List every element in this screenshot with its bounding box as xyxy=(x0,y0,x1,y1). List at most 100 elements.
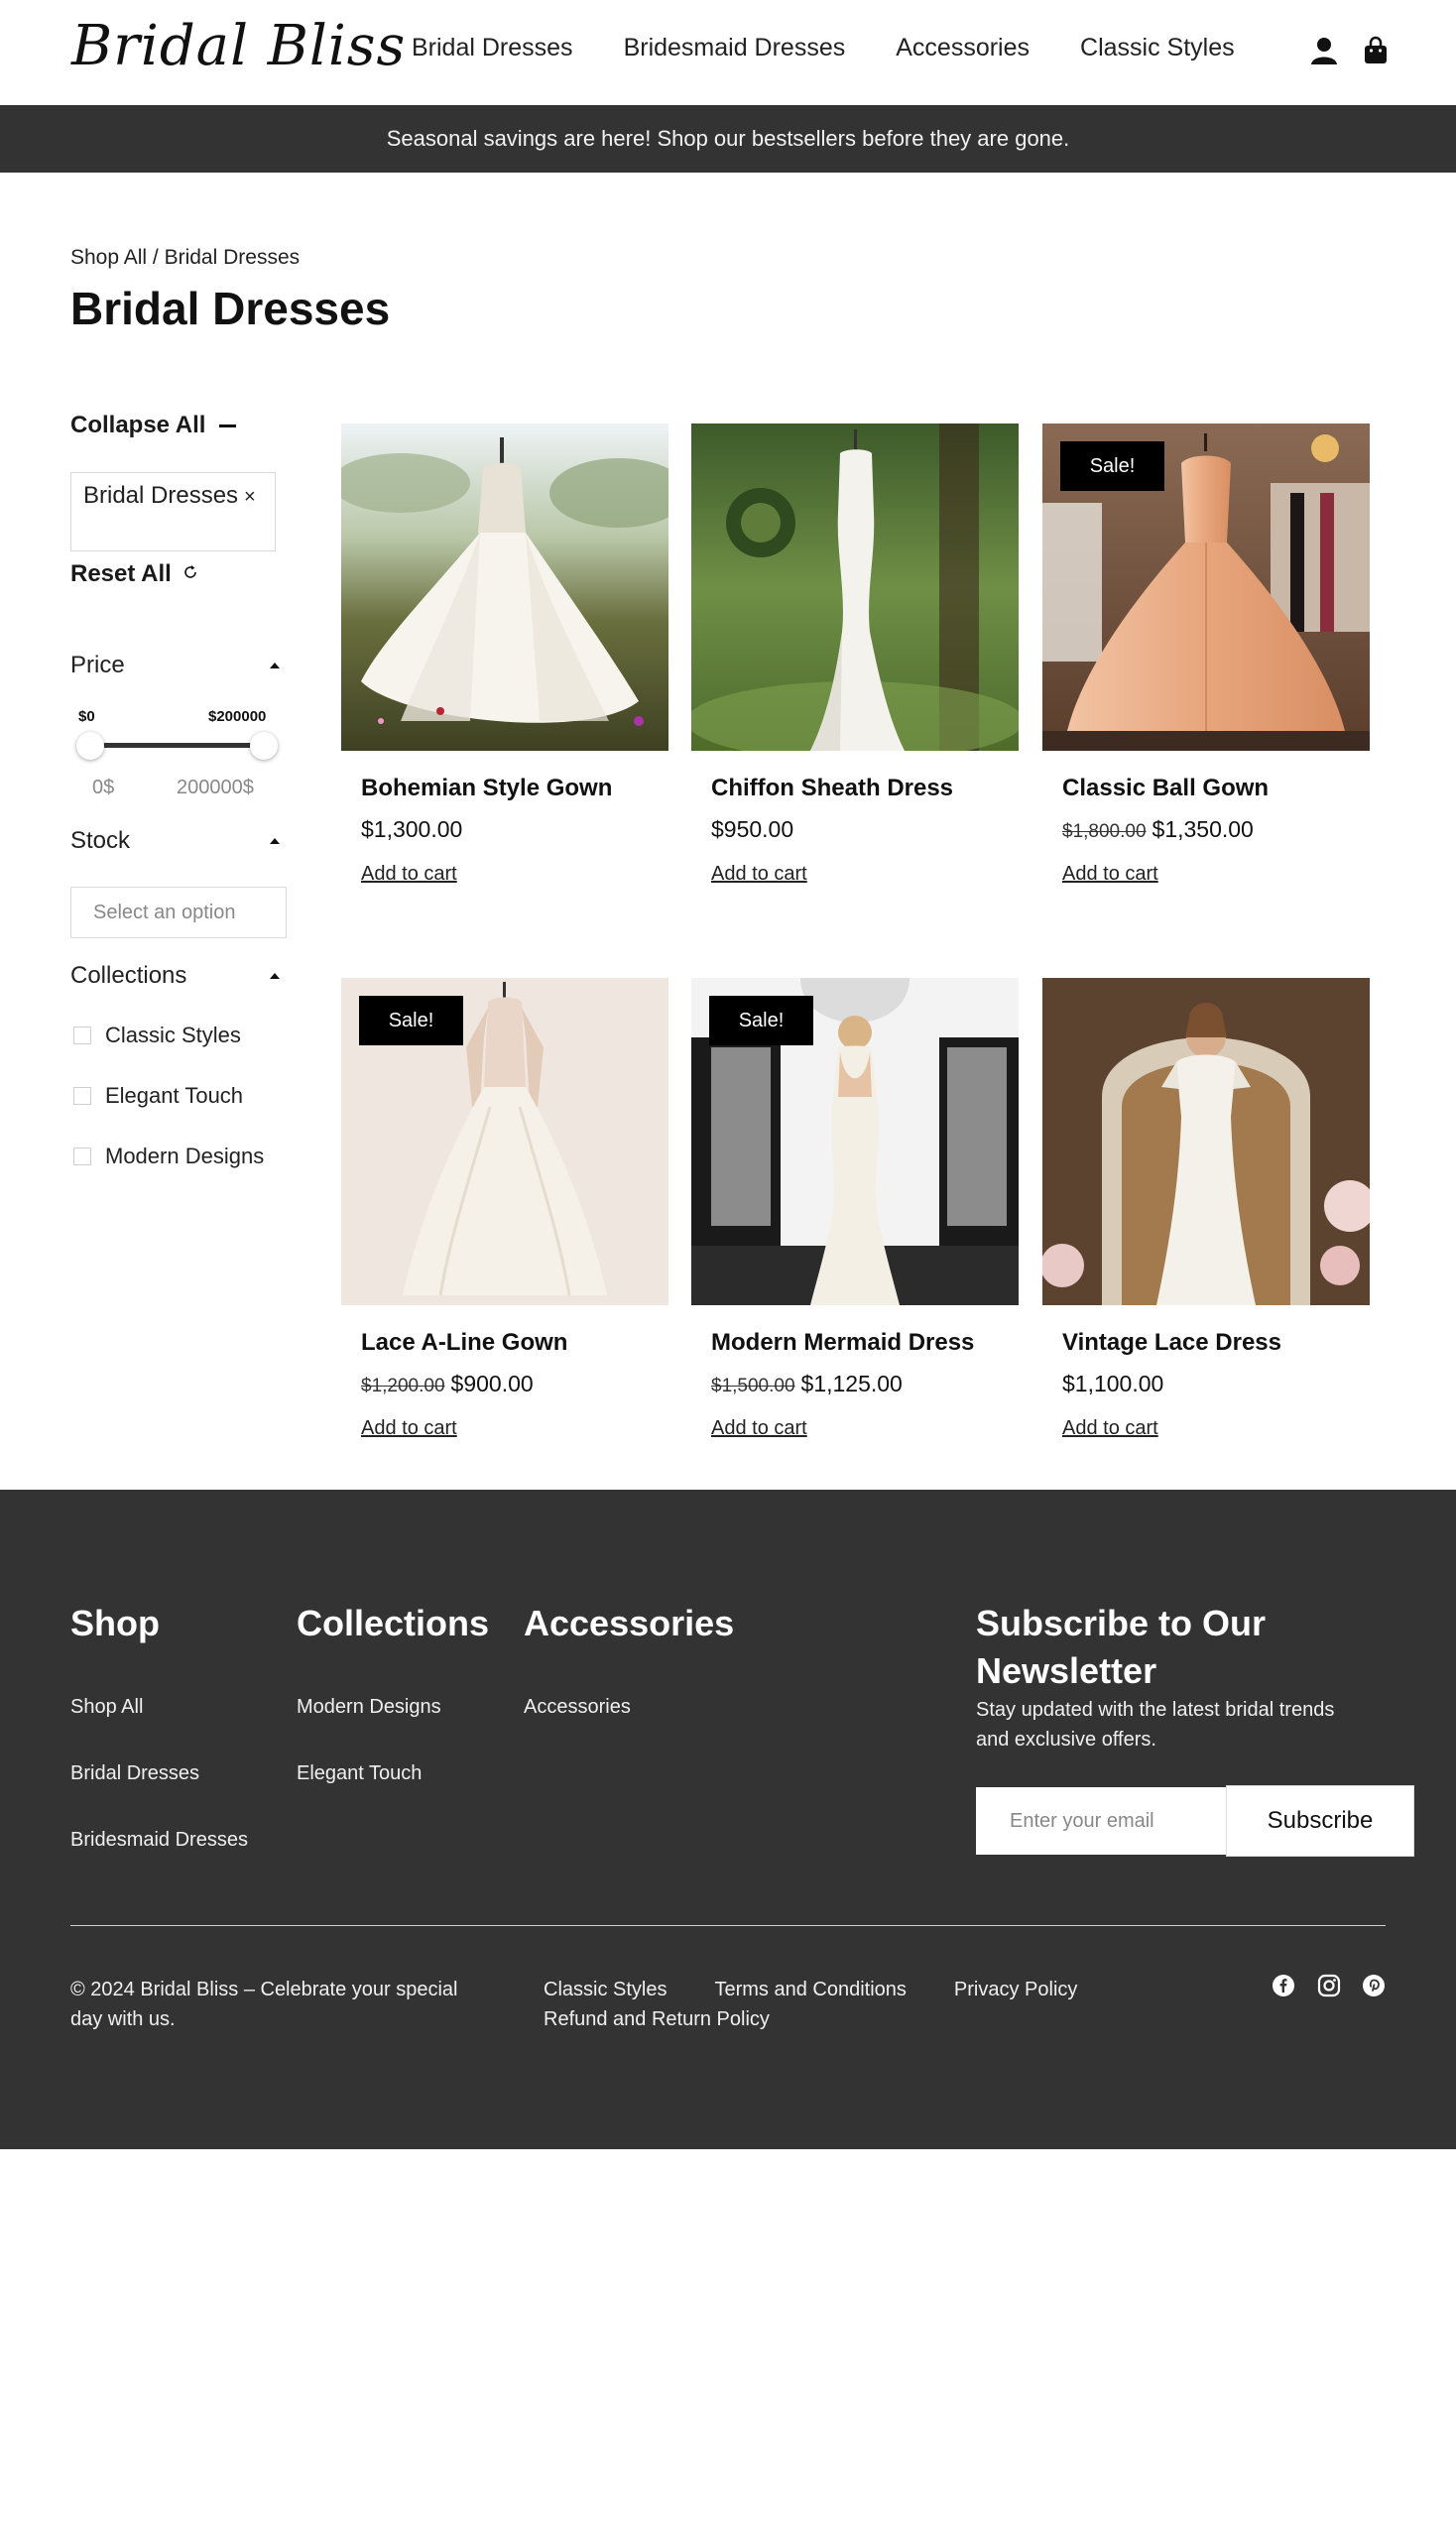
product-card: Bohemian Style Gown $1,300.00 Add to car… xyxy=(341,423,668,885)
breadcrumb-shop-all[interactable]: Shop All xyxy=(70,246,147,269)
product-name[interactable]: Bohemian Style Gown xyxy=(361,775,612,802)
product-current-price: $1,350.00 xyxy=(1152,816,1254,842)
product-card: Chiffon Sheath Dress $950.00 Add to cart xyxy=(691,423,1019,885)
product-name[interactable]: Modern Mermaid Dress xyxy=(711,1329,974,1357)
nav-classic-styles[interactable]: Classic Styles xyxy=(1080,34,1235,62)
promo-text: Seasonal savings are here! Shop our best… xyxy=(386,126,1070,151)
add-to-cart-button[interactable]: Add to cart xyxy=(1062,863,1158,886)
footer-link[interactable]: Bridal Dresses xyxy=(70,1762,199,1785)
price-min-value: 0$ xyxy=(92,777,115,798)
site-logo[interactable]: Bridal Bliss xyxy=(71,14,406,78)
product-old-price: $1,200.00 xyxy=(361,1376,445,1396)
facebook-icon[interactable] xyxy=(1272,1974,1295,1997)
product-price: $950.00 xyxy=(711,816,793,843)
stock-select[interactable]: Select an option xyxy=(70,887,287,938)
price-filter-toggle[interactable]: Price xyxy=(70,652,284,679)
newsletter-text: Stay updated with the latest bridal tren… xyxy=(976,1699,1335,1751)
add-to-cart-button[interactable]: Add to cart xyxy=(1062,1417,1158,1440)
sale-badge: Sale! xyxy=(359,996,463,1045)
reset-all-button[interactable]: Reset All xyxy=(70,560,199,588)
main-nav: Bridal Dresses Bridesmaid Dresses Access… xyxy=(412,34,1285,62)
add-to-cart-button[interactable]: Add to cart xyxy=(361,863,457,886)
collection-checkbox-classic-styles[interactable]: Classic Styles xyxy=(73,1023,241,1048)
pinterest-icon[interactable] xyxy=(1362,1974,1386,1997)
footer-link[interactable]: Accessories xyxy=(524,1696,631,1719)
header-icons xyxy=(1309,36,1391,65)
product-current-price: $950.00 xyxy=(711,816,794,842)
subscribe-button[interactable]: Subscribe xyxy=(1226,1785,1414,1857)
product-price: $1,200.00 $900.00 xyxy=(361,1371,534,1397)
product-name[interactable]: Vintage Lace Dress xyxy=(1062,1329,1281,1357)
chevron-up-icon xyxy=(270,838,280,844)
sale-badge: Sale! xyxy=(1060,441,1164,491)
product-old-price: $1,500.00 xyxy=(711,1376,795,1396)
product-image[interactable]: Sale! xyxy=(1042,423,1370,751)
collection-label: Elegant Touch xyxy=(105,1083,244,1108)
product-price: $1,300.00 xyxy=(361,816,462,843)
add-to-cart-button[interactable]: Add to cart xyxy=(711,1417,807,1440)
product-image[interactable]: Sale! xyxy=(341,978,668,1305)
footer-link[interactable]: Shop All xyxy=(70,1696,143,1719)
chevron-up-icon xyxy=(270,973,280,979)
close-icon[interactable]: × xyxy=(244,486,256,508)
footer-link[interactable]: Bridesmaid Dresses xyxy=(70,1829,248,1852)
add-to-cart-button[interactable]: Add to cart xyxy=(361,1417,457,1440)
chevron-up-icon xyxy=(270,663,280,668)
product-current-price: $1,125.00 xyxy=(800,1371,903,1396)
price-max-value: 200000$ xyxy=(177,777,254,798)
email-field[interactable]: Enter your email xyxy=(976,1787,1226,1855)
product-card: Vintage Lace Dress $1,100.00 Add to cart xyxy=(1042,978,1370,1439)
product-image[interactable]: Sale! xyxy=(691,978,1019,1305)
checkbox[interactable] xyxy=(73,1087,91,1105)
collapse-all-button[interactable]: Collapse All xyxy=(70,412,237,439)
product-card: Sale! Classic Ball Gown $1,800.00 $1,350.… xyxy=(1042,423,1370,885)
stock-filter-toggle[interactable]: Stock xyxy=(70,827,284,855)
collection-label: Modern Designs xyxy=(105,1144,265,1168)
active-filter-label: Bridal Dresses xyxy=(83,482,239,509)
shopping-bag-icon[interactable] xyxy=(1361,36,1391,65)
product-card: Sale! Lace A-Line Gown $1,200.00 $900.00 … xyxy=(341,978,668,1439)
product-name[interactable]: Chiffon Sheath Dress xyxy=(711,775,953,802)
footer-link[interactable]: Modern Designs xyxy=(297,1696,441,1719)
product-current-price: $1,100.00 xyxy=(1062,1371,1164,1396)
nav-accessories[interactable]: Accessories xyxy=(896,34,1030,62)
user-icon[interactable] xyxy=(1309,36,1339,65)
instagram-icon[interactable] xyxy=(1317,1974,1341,1997)
reset-all-label: Reset All xyxy=(70,560,172,587)
checkbox[interactable] xyxy=(73,1148,91,1165)
product-image[interactable] xyxy=(1042,978,1370,1305)
product-name[interactable]: Lace A-Line Gown xyxy=(361,1329,567,1357)
nav-bridesmaid-dresses[interactable]: Bridesmaid Dresses xyxy=(624,34,846,62)
collections-filter-toggle[interactable]: Collections xyxy=(70,962,284,990)
page-title: Bridal Dresses xyxy=(70,283,391,334)
price-slider-min-handle[interactable] xyxy=(76,732,104,760)
price-slider-track[interactable] xyxy=(89,743,264,748)
legal-link[interactable]: Privacy Policy xyxy=(954,1979,1077,2000)
product-name[interactable]: Classic Ball Gown xyxy=(1062,775,1269,802)
breadcrumb: Shop All / Bridal Dresses xyxy=(70,246,300,270)
site-footer: Shop Shop All Bridal Dresses Bridesmaid … xyxy=(0,1490,1456,2149)
footer-accessories-title: Accessories xyxy=(524,1603,735,1643)
collection-checkbox-modern-designs[interactable]: Modern Designs xyxy=(73,1144,264,1169)
product-price: $1,100.00 xyxy=(1062,1371,1163,1397)
checkbox[interactable] xyxy=(73,1027,91,1044)
collapse-all-label: Collapse All xyxy=(70,412,206,438)
email-field-placeholder: Enter your email xyxy=(1010,1809,1154,1832)
stock-select-placeholder: Select an option xyxy=(93,901,236,923)
legal-link[interactable]: Classic Styles xyxy=(544,1979,667,2000)
price-slider-max-handle[interactable] xyxy=(250,732,278,760)
legal-link[interactable]: Refund and Return Policy xyxy=(544,2008,770,2030)
product-image[interactable] xyxy=(341,423,668,751)
breadcrumb-current: Bridal Dresses xyxy=(164,246,301,269)
add-to-cart-button[interactable]: Add to cart xyxy=(711,863,807,886)
legal-link[interactable]: Terms and Conditions xyxy=(714,1979,906,2000)
nav-bridal-dresses[interactable]: Bridal Dresses xyxy=(412,34,573,62)
active-filter-chip: Bridal Dresses × xyxy=(70,472,276,551)
footer-collections-title: Collections xyxy=(297,1603,490,1643)
footer-link[interactable]: Elegant Touch xyxy=(297,1762,422,1785)
product-image[interactable] xyxy=(691,423,1019,751)
product-price: $1,800.00 $1,350.00 xyxy=(1062,816,1254,843)
collection-checkbox-elegant-touch[interactable]: Elegant Touch xyxy=(73,1083,243,1109)
price-max-label: $200000 xyxy=(208,708,267,725)
price-filter-label: Price xyxy=(70,652,125,678)
